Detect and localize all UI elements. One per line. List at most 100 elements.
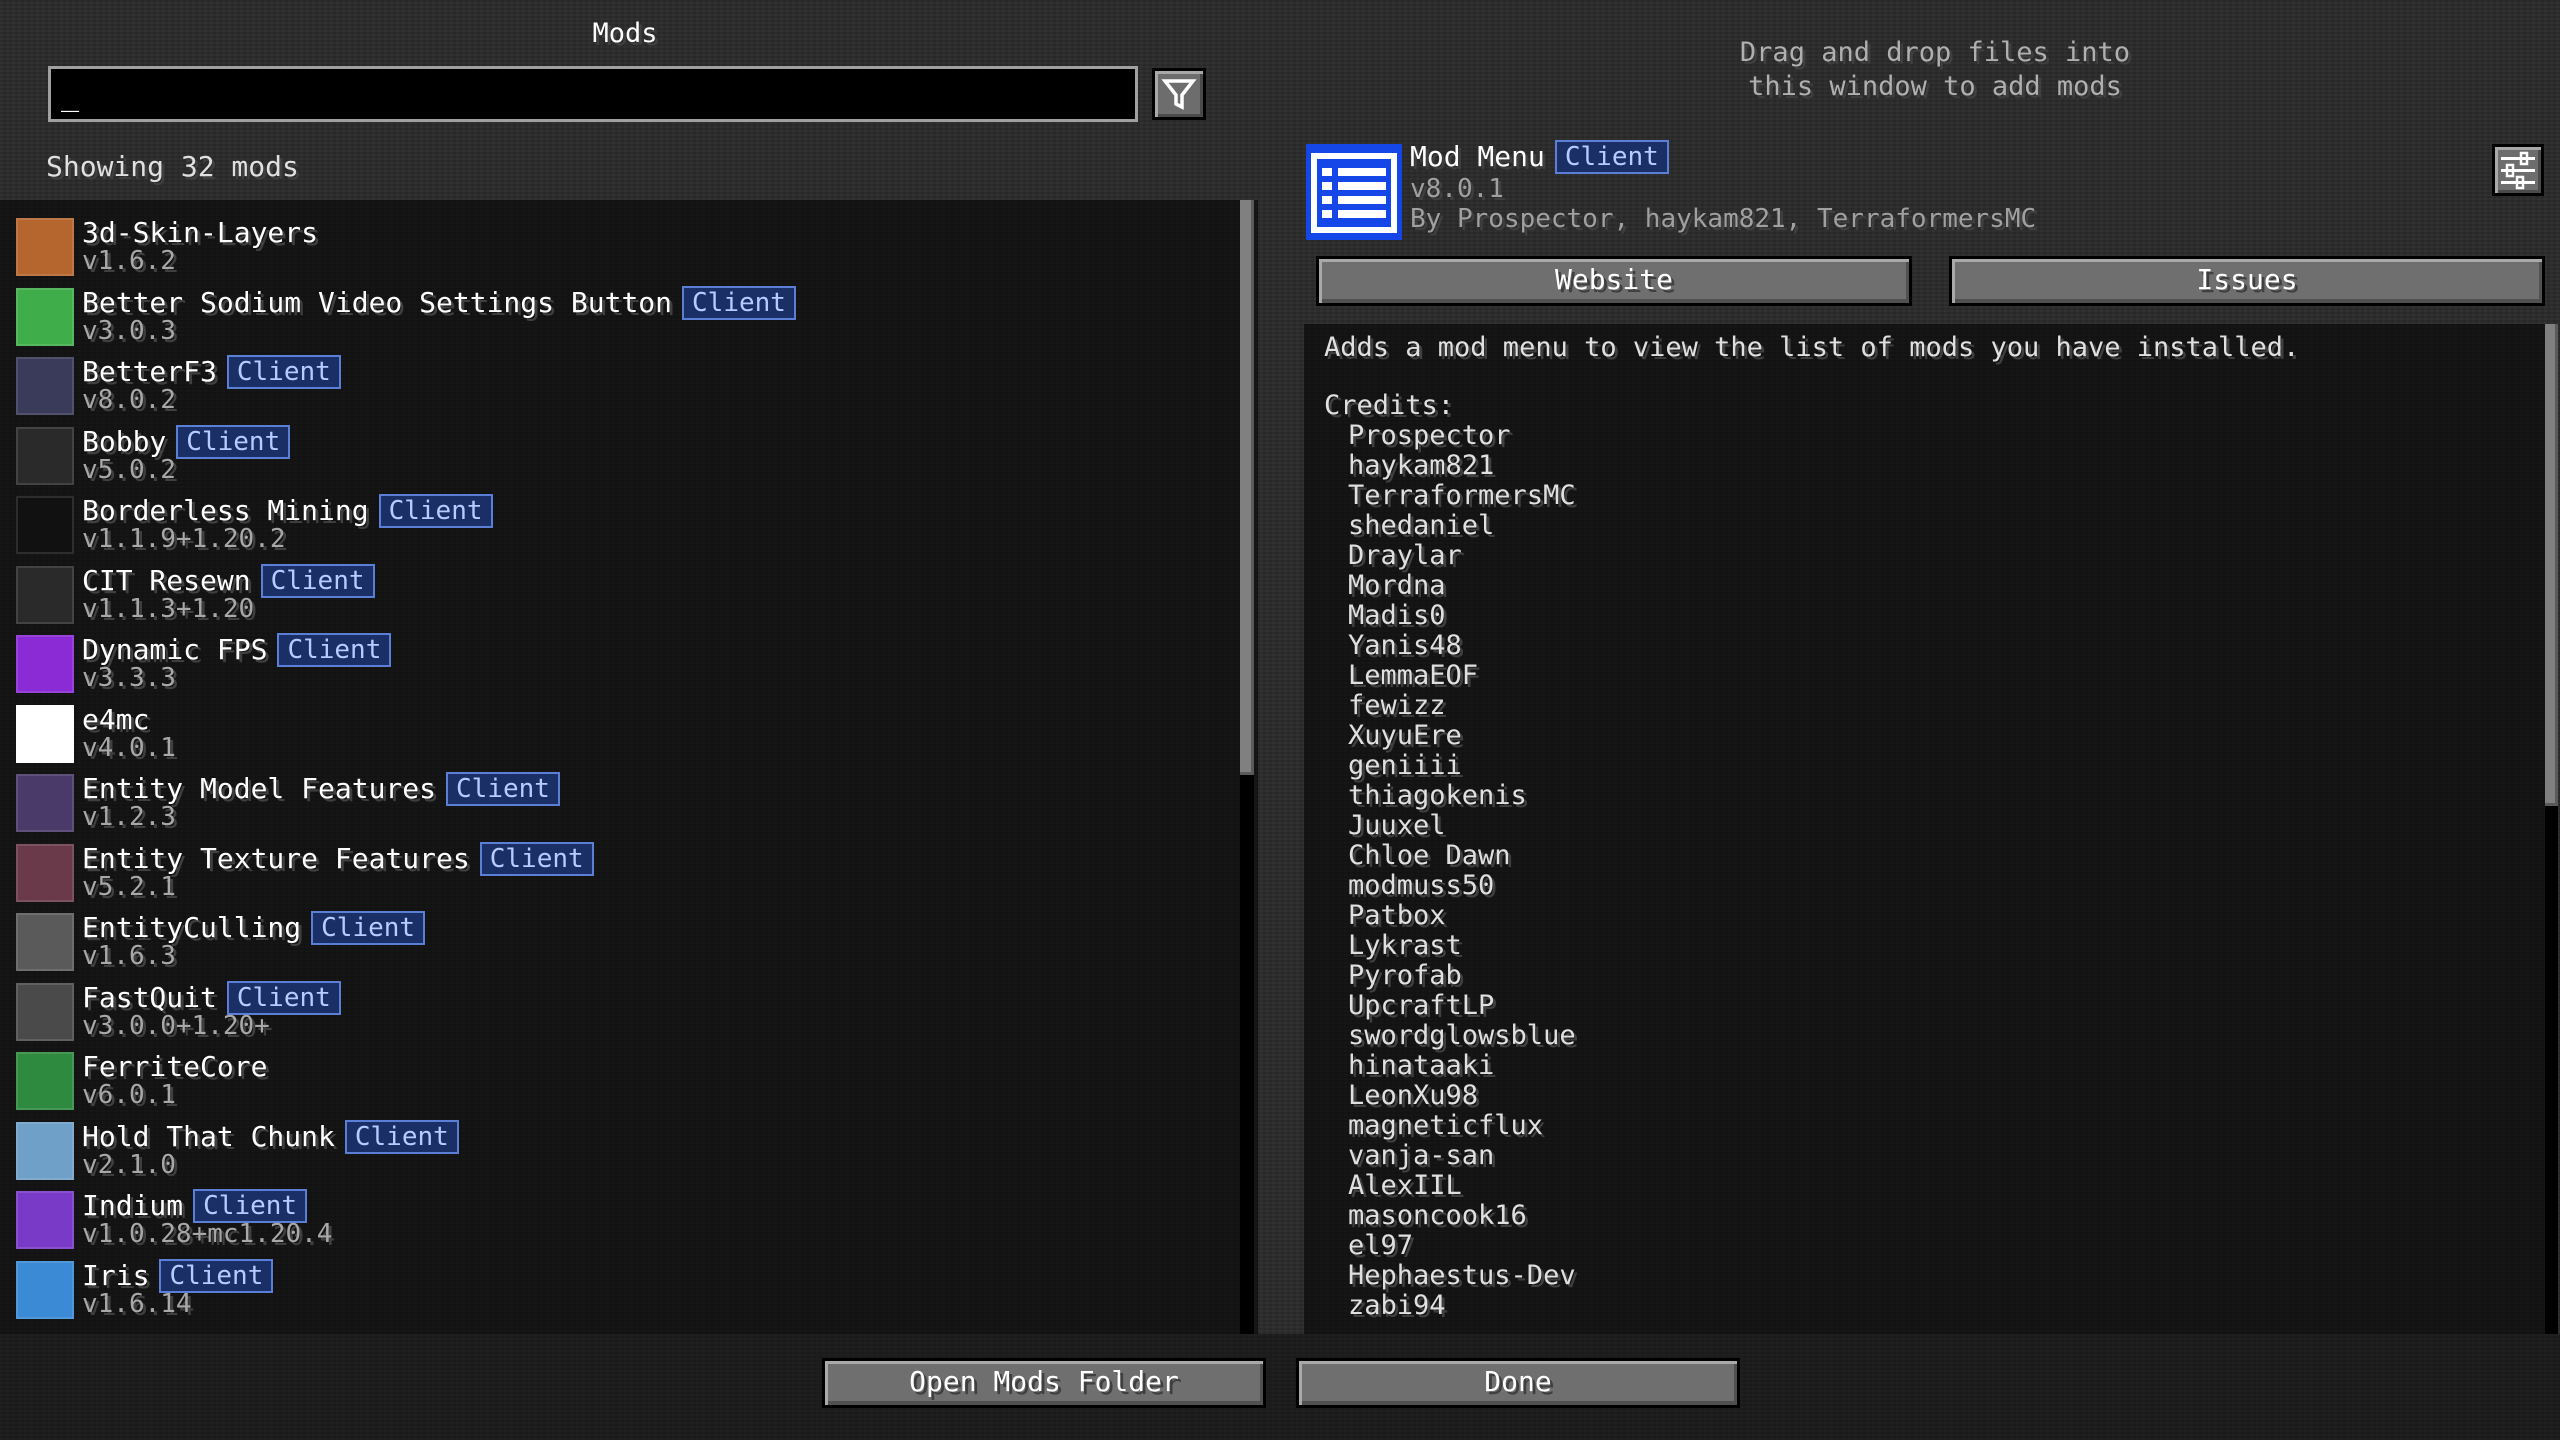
credit-name: Draylar [1348,540,1462,571]
search-input[interactable]: _ [48,66,1138,122]
description-panel[interactable]: Adds a mod menu to view the list of mods… [1304,324,2558,1334]
mod-list-item[interactable]: EntityCulling Client v1.6.3 [0,907,1230,976]
drag-hint-line-2: this window to add mods [1748,71,2122,102]
mod-version: v2.1.0 [82,1149,176,1180]
open-mods-folder-button[interactable]: Open Mods Folder [822,1358,1266,1408]
mod-name: BetterF3 Client [82,355,341,389]
mod-name-text: e4mc [82,702,150,736]
mod-version: v1.6.14 [82,1288,192,1319]
mod-list-item[interactable]: Iris Client v1.6.14 [0,1255,1230,1324]
mod-version: v5.2.1 [82,871,176,902]
client-badge: Client [378,494,493,528]
detail-mod-version: v8.0.1 [1410,174,1504,204]
mod-name-text: 3d-Skin-Layers [82,216,319,249]
mod-list-item[interactable]: CIT Resewn Client v1.1.3+1.20 [0,560,1230,629]
mod-config-button[interactable] [2492,144,2544,196]
done-button[interactable]: Done [1296,1358,1740,1408]
mod-name: FastQuit Client [82,980,341,1015]
mod-name-text: Iris [82,1258,150,1292]
mod-description: Adds a mod menu to view the list of mods… [1324,332,2300,363]
mod-name-text: CIT Resewn [82,563,251,597]
mod-name-text: FerriteCore [82,1050,268,1083]
mod-version: v1.0.28+mc1.20.4 [82,1219,333,1249]
detail-mod-authors: By Prospector, haykam821, TerraformersMC [1410,204,2037,234]
mod-name: FerriteCore [82,1050,267,1083]
credit-name: Patbox [1348,900,1446,931]
mod-name: 3d-Skin-Layers [82,216,318,249]
drag-drop-hint: Drag and drop files into this window to … [1600,36,2270,104]
mod-name-text: Better Sodium Video Settings Button [82,285,673,319]
credit-name: Hephaestus-Dev [1348,1260,1576,1291]
footer-bar [0,1334,2560,1440]
credit-name: hinataaki [1348,1050,1495,1081]
mod-name: CIT Resewn Client [82,563,375,598]
mod-list-item[interactable]: Better Sodium Video Settings Button Clien… [0,282,1230,351]
mod-name-text: Borderless Mining [82,494,369,527]
mod-list-item[interactable]: Entity Texture Features Client v5.2.1 [0,838,1230,907]
skin-layers-icon [16,218,74,276]
mod-version: v1.6.3 [82,941,176,971]
dynamic-fps-icon [16,635,74,693]
mod-version: v8.0.2 [82,385,176,415]
mod-name-text: Hold That Chunk [82,1119,335,1153]
iris-icon [16,1260,74,1319]
mod-list-item[interactable]: Borderless Mining Client v1.1.9+1.20.2 [0,490,1230,559]
mod-list-item[interactable]: Indium Client v1.0.28+mc1.20.4 [0,1185,1230,1254]
mod-version: v1.1.9+1.20.2 [82,524,286,554]
detail-name-text: Mod Menu [1410,140,1545,173]
credit-name: AlexIIL [1348,1170,1462,1201]
mod-list-item[interactable]: FerriteCore v6.0.1 [0,1046,1230,1115]
fastquit-icon [16,982,74,1041]
mod-name: Dynamic FPS Client [82,633,392,667]
mod-list-item[interactable]: Bobby Client v5.0.2 [0,421,1230,490]
mod-list-item[interactable]: Dynamic FPS Client v3.3.3 [0,629,1230,698]
mod-name: Indium Client [82,1189,308,1223]
credit-name: swordglowsblue [1348,1020,1576,1051]
sodium-settings-icon [16,287,74,346]
etf-icon [16,843,74,902]
website-button[interactable]: Website [1316,256,1912,306]
betterf3-icon [16,357,74,415]
credits-label: Credits: [1324,390,1455,421]
mod-name: Borderless Mining Client [82,494,493,528]
description-scroll-thumb[interactable] [2545,324,2558,806]
client-badge: Client [682,285,796,320]
client-badge: Client [226,355,341,389]
mod-list[interactable]: 3d-Skin-Layers v1.6.2 Better Sodium Video … [0,200,1258,1334]
client-badge: Client [1554,140,1669,174]
mod-list-item[interactable]: e4mc v4.0.1 [0,699,1230,768]
mod-list-item[interactable]: Entity Model Features Client v1.2.3 [0,768,1230,837]
filter-button[interactable] [1152,68,1206,120]
mod-list-item[interactable]: 3d-Skin-Layers v1.6.2 [0,212,1230,281]
credit-name: fewizz [1348,690,1446,721]
client-badge: Client [277,633,392,667]
credit-name: geniiii [1348,750,1462,781]
credit-name: Madis0 [1348,600,1446,631]
client-badge: Client [479,841,594,876]
mod-list-item[interactable]: BetterF3 Client v8.0.2 [0,351,1230,420]
issues-button[interactable]: Issues [1949,256,2545,306]
mod-version: v4.0.1 [82,732,176,763]
credit-name: Lykrast [1348,930,1462,961]
credit-name: el97 [1348,1230,1414,1261]
drag-hint-line-1: Drag and drop files into [1739,37,2131,68]
mod-list-scroll-thumb[interactable] [1240,200,1254,775]
client-badge: Client [260,563,375,598]
mod-name: Better Sodium Video Settings Button Clien… [82,285,796,320]
sliders-icon [2501,151,2535,190]
credit-name: Yanis48 [1348,630,1462,661]
hold-that-chunk-icon [16,1121,74,1180]
mods-count: Showing 32 mods [46,150,299,183]
client-badge: Client [446,772,560,806]
mod-name: EntityCulling Client [82,911,426,945]
mod-list-item[interactable]: FastQuit Client v3.0.0+1.20+ [0,977,1230,1046]
credit-name: Mordna [1348,570,1446,601]
mod-version: v3.0.0+1.20+ [82,1010,270,1041]
credit-name: vanja-san [1348,1140,1495,1171]
credit-name: Pyrofab [1348,960,1462,991]
credit-name: UpcraftLP [1348,990,1495,1021]
mod-name-text: Bobby [82,424,167,458]
mod-list-item[interactable]: Hold That Chunk Client v2.1.0 [0,1116,1230,1185]
credit-name: modmuss50 [1348,870,1495,901]
detail-mod-name: Mod Menu Client [1410,140,1669,174]
